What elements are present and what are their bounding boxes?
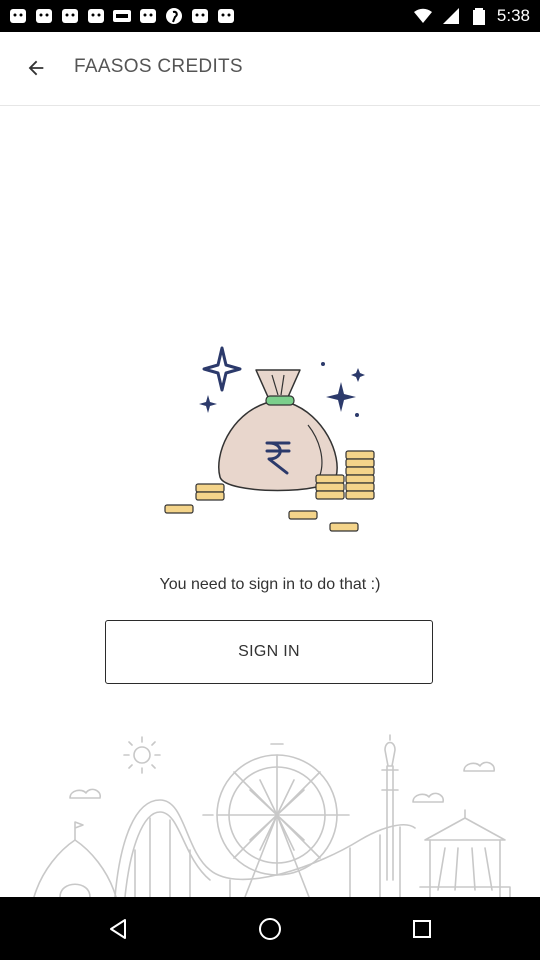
faasos-logo-icon (218, 9, 234, 23)
status-icons: 5:38 (413, 6, 530, 26)
sparkle-icon (199, 395, 217, 413)
esc-icon (113, 10, 131, 22)
back-button[interactable] (18, 50, 54, 86)
square-recents-icon (413, 920, 431, 938)
sign-in-button-label: SIGN IN (238, 643, 300, 660)
sign-in-required-message: You need to sign in to do that :) (159, 576, 381, 593)
sparkle-icon (326, 382, 356, 412)
faasos-logo-icon (140, 9, 156, 23)
faasos-logo-icon (36, 9, 52, 23)
nav-back-button[interactable] (102, 913, 134, 945)
faasos-logo-icon (62, 9, 78, 23)
pinterest-icon (166, 8, 182, 24)
cloud-icon (412, 792, 444, 803)
nav-home-button[interactable] (254, 913, 286, 945)
cloud-icon (69, 788, 101, 799)
battery-icon (472, 8, 485, 25)
page-title: FAASOS CREDITS (74, 56, 243, 77)
status-time: 5:38 (496, 6, 530, 25)
nav-recents-button[interactable] (406, 913, 438, 945)
sparkle-icon (351, 368, 365, 382)
navigation-bar (0, 897, 540, 960)
cloud-icon (463, 761, 495, 772)
faasos-logo-icon (88, 9, 104, 23)
arrow-back-icon (28, 60, 44, 76)
faasos-logo-icon (10, 9, 26, 23)
money-bag-rupee-illustration (164, 346, 375, 532)
sign-in-button[interactable]: SIGN IN (105, 620, 433, 684)
wifi-icon (413, 8, 432, 23)
app-bar: FAASOS CREDITS (0, 32, 540, 106)
faasos-logo-icon (192, 9, 208, 23)
triangle-back-icon (110, 919, 126, 939)
sparkle-icon (202, 346, 242, 392)
notification-icons (8, 6, 236, 26)
status-bar: 5:38 (0, 0, 540, 32)
signal-icon (442, 8, 459, 24)
circle-home-icon (259, 918, 281, 940)
carnival-illustration (33, 734, 511, 897)
sun-icon (123, 736, 161, 774)
